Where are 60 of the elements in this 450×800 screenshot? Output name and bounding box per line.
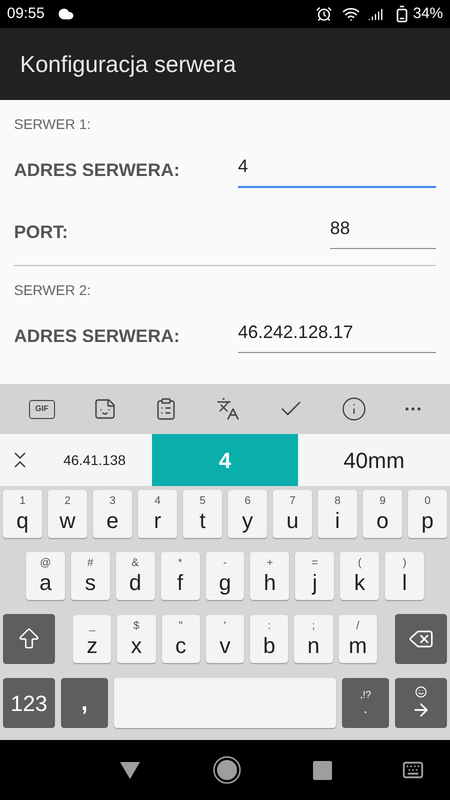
key[interactable]: 0 p — [408, 490, 447, 538]
key[interactable]: / m — [338, 615, 377, 663]
key[interactable]: + h — [250, 552, 290, 600]
key[interactable]: 9 o — [363, 490, 402, 538]
gif-button[interactable]: GIF — [28, 400, 55, 418]
input-field[interactable]: 46.242.128.17 — [238, 319, 436, 353]
key[interactable]: 6 y — [228, 490, 267, 538]
symbols-key[interactable]: 123 — [3, 678, 55, 728]
collapse-icon[interactable] — [13, 451, 27, 469]
section-header: SERWER 1: — [14, 115, 92, 134]
backspace-key[interactable] — [394, 614, 447, 664]
key[interactable]: & d — [116, 552, 155, 600]
key[interactable]: _ z — [73, 615, 112, 663]
key[interactable]: - g — [206, 552, 244, 600]
field-label: ADRES SERWERA: — [14, 158, 181, 182]
key[interactable]: # s — [70, 552, 110, 600]
enter-key[interactable] — [395, 678, 447, 728]
key[interactable]: 5 t — [183, 490, 222, 538]
signal-icon — [368, 6, 383, 22]
key[interactable]: ) l — [385, 552, 424, 600]
info-icon — [341, 396, 368, 422]
translate-icon — [216, 397, 240, 421]
section-header: SERWER 2: — [14, 281, 92, 300]
wifi-icon — [342, 5, 360, 23]
key[interactable]: @ a — [26, 552, 65, 600]
recents-icon[interactable] — [312, 760, 332, 780]
clock: 09:55 — [7, 4, 45, 24]
key[interactable]: 4 r — [138, 490, 177, 538]
field-label: ADRES SERWERA: — [14, 324, 181, 348]
key[interactable]: 3 e — [93, 490, 132, 538]
sticker-icon — [92, 397, 117, 421]
key[interactable]: " c — [162, 615, 200, 663]
more-icon[interactable] — [405, 407, 422, 411]
key[interactable]: = j — [295, 552, 334, 600]
key[interactable]: 8 i — [318, 490, 357, 538]
key[interactable]: ' v — [206, 615, 244, 663]
shift-key[interactable] — [3, 614, 55, 664]
cloud-icon — [58, 6, 74, 22]
comma-key[interactable]: , — [61, 678, 108, 728]
key[interactable]: 1 q — [3, 490, 42, 538]
period-key[interactable]: ,!? . — [342, 678, 389, 728]
home-icon[interactable] — [212, 756, 240, 784]
input-field[interactable]: 4 — [238, 152, 436, 188]
key[interactable]: ; n — [294, 615, 333, 663]
alarm-icon — [316, 6, 332, 22]
app-title: Konfiguracja serwera — [20, 50, 236, 79]
field-label: PORT: — [14, 220, 69, 244]
key[interactable]: * f — [160, 552, 200, 600]
key[interactable]: ( k — [340, 552, 380, 600]
battery-level: 34% — [412, 4, 443, 24]
key[interactable]: 7 u — [273, 490, 312, 538]
key[interactable]: $ x — [117, 615, 156, 663]
suggestion[interactable]: 40mm — [298, 434, 450, 486]
back-icon[interactable] — [118, 760, 140, 780]
key[interactable]: 2 w — [48, 490, 87, 538]
keyboard-icon — [402, 759, 424, 781]
suggestion[interactable]: 46.41.138 — [37, 434, 152, 486]
key[interactable]: : b — [250, 615, 288, 663]
input-field[interactable]: 88 — [330, 215, 436, 249]
emoji-icon — [415, 686, 427, 698]
